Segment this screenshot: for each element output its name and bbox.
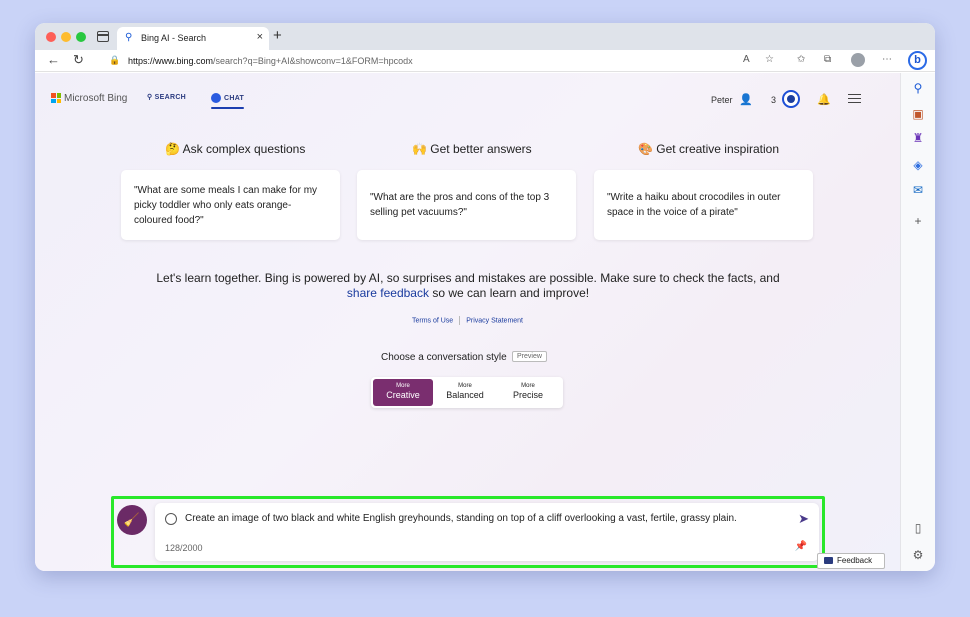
notifications-bell-icon[interactable]: 🔔 xyxy=(817,93,831,106)
example-text: "Write a haiku about crocodiles in outer… xyxy=(607,192,781,218)
conversation-style-label: Choose a conversation style xyxy=(381,352,507,363)
example-card[interactable]: "Write a haiku about crocodiles in outer… xyxy=(594,170,813,240)
close-tab-icon[interactable]: × xyxy=(257,31,263,43)
new-topic-broom-icon[interactable]: 🧹 xyxy=(117,505,147,535)
tab-bar: ⚲ Bing AI - Search × + xyxy=(35,23,935,50)
column-heading-inspiration: 🎨 Get creative inspiration xyxy=(638,142,779,156)
conversation-style-selector: More Creative More Balanced More Precise xyxy=(371,377,563,408)
url-text: https://www.bing.com/search?q=Bing+AI&sh… xyxy=(128,56,413,66)
profile-avatar[interactable] xyxy=(851,53,865,67)
collections-icon[interactable]: ⧉ xyxy=(824,54,831,66)
example-text: "What are some meals I can make for my p… xyxy=(134,184,318,226)
style-precise-button[interactable]: More Precise xyxy=(498,379,558,406)
address-bar[interactable]: 🔒 https://www.bing.com/search?q=Bing+AI&… xyxy=(99,52,839,70)
outlook-icon[interactable]: ✉ xyxy=(911,183,925,197)
settings-gear-icon[interactable]: ⚙ xyxy=(911,548,925,562)
user-icon[interactable]: 👤 xyxy=(739,93,753,106)
hamburger-menu-icon[interactable] xyxy=(848,94,861,103)
logo-text[interactable]: Microsoft Bing xyxy=(64,93,127,104)
send-icon[interactable]: ➤ xyxy=(798,511,809,527)
tab-actions-icon[interactable] xyxy=(97,31,109,42)
edge-sidebar: ⚲ ▣ ♜ ◈ ✉ + ▯ ⚙ xyxy=(900,73,935,571)
feedback-icon xyxy=(824,557,833,564)
share-feedback-link[interactable]: share feedback xyxy=(347,286,429,300)
example-card[interactable]: "What are some meals I can make for my p… xyxy=(121,170,340,240)
rewards-trophy-icon[interactable] xyxy=(782,90,800,108)
active-tab-underline xyxy=(211,107,244,109)
maximize-window-button[interactable] xyxy=(76,32,86,42)
minimize-window-button[interactable] xyxy=(61,32,71,42)
microsoft-logo-icon xyxy=(51,93,61,103)
search-icon: ⚲ xyxy=(125,32,133,43)
pin-icon[interactable]: 📌 xyxy=(795,541,807,552)
tab-title: Bing AI - Search xyxy=(141,33,207,43)
user-name[interactable]: Peter xyxy=(711,95,733,105)
games-icon[interactable]: ♜ xyxy=(911,131,925,145)
rewards-points[interactable]: 3 xyxy=(771,95,776,105)
browser-window: ⚲ Bing AI - Search × + ← ↻ 🔒 https://www… xyxy=(35,23,935,571)
shopping-icon[interactable]: ▣ xyxy=(911,107,925,121)
privacy-statement-link[interactable]: Privacy Statement xyxy=(466,317,523,324)
style-creative-button[interactable]: More Creative xyxy=(373,379,433,406)
microsoft-365-icon[interactable]: ◈ xyxy=(911,158,925,172)
example-card[interactable]: "What are the pros and cons of the top 3… xyxy=(357,170,576,240)
new-tab-button[interactable]: + xyxy=(273,27,282,44)
lock-icon: 🔒 xyxy=(109,55,121,65)
nav-chat-tab[interactable]: CHAT xyxy=(211,93,244,103)
search-icon[interactable]: ⚲ xyxy=(911,81,925,95)
more-options-icon[interactable]: ⋯ xyxy=(882,54,892,66)
column-heading-answers: 🙌 Get better answers xyxy=(412,142,532,156)
style-balanced-button[interactable]: More Balanced xyxy=(435,379,495,406)
close-window-button[interactable] xyxy=(46,32,56,42)
favorites-icon[interactable]: ✩ xyxy=(797,54,805,66)
hide-sidebar-icon[interactable]: ▯ xyxy=(911,521,925,535)
read-aloud-icon[interactable]: A xyxy=(743,54,750,66)
column-heading-questions: 🤔 Ask complex questions xyxy=(165,142,306,156)
browser-tab[interactable]: ⚲ Bing AI - Search × xyxy=(117,27,269,50)
bing-chat-icon[interactable]: b xyxy=(908,51,927,70)
nav-search-tab[interactable]: ⚲ SEARCH xyxy=(147,93,186,101)
character-counter: 128/2000 xyxy=(165,543,203,553)
ai-disclaimer: Let's learn together. Bing is powered by… xyxy=(156,271,780,300)
favorite-star-icon[interactable]: ☆ xyxy=(765,54,774,66)
back-button[interactable]: ← xyxy=(47,53,60,67)
bing-chat-page: Microsoft Bing ⚲ SEARCH CHAT Peter 👤 3 🔔… xyxy=(35,73,900,571)
browser-toolbar: ← ↻ 🔒 https://www.bing.com/search?q=Bing… xyxy=(35,50,935,72)
feedback-button[interactable]: Feedback xyxy=(817,553,885,569)
example-text: "What are the pros and cons of the top 3… xyxy=(370,192,550,218)
chat-bubble-icon xyxy=(165,513,177,525)
refresh-button[interactable]: ↻ xyxy=(73,53,84,67)
preview-badge: Preview xyxy=(512,351,547,362)
chat-icon xyxy=(211,93,221,103)
chat-input-text[interactable]: Create an image of two black and white E… xyxy=(185,513,737,524)
terms-of-use-link[interactable]: Terms of Use xyxy=(412,317,453,324)
chat-input-box[interactable]: Create an image of two black and white E… xyxy=(155,503,819,561)
legal-links: Terms of Use Privacy Statement xyxy=(35,316,900,325)
add-sidebar-app-icon[interactable]: + xyxy=(911,214,925,228)
